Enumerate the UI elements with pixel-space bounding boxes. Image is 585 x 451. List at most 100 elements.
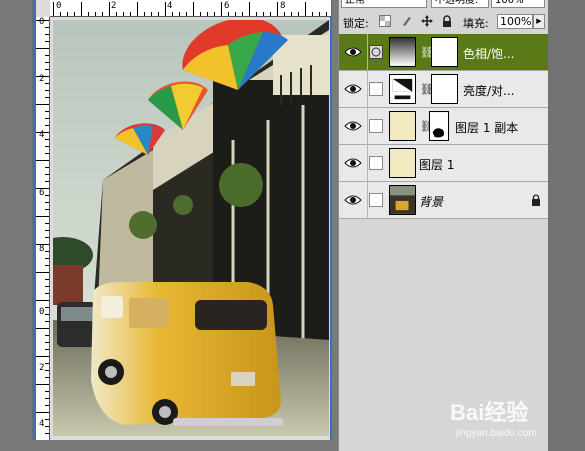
layer1-thumbnail xyxy=(389,148,416,178)
ruler-tick xyxy=(45,321,49,322)
fill-arrow-button[interactable]: ▶ xyxy=(533,14,545,29)
ruler-tick xyxy=(60,12,61,16)
ruler-tick xyxy=(45,223,49,224)
photo-street-van xyxy=(53,20,329,436)
ruler-tick xyxy=(36,272,49,273)
ruler-tick xyxy=(45,307,49,308)
ruler-tick xyxy=(123,12,124,16)
vertical-ruler[interactable]: 0 2 4 6 8 0 2 4 xyxy=(36,17,50,440)
adjustment-brush-icon xyxy=(371,47,381,57)
fill-input[interactable]: 100% xyxy=(497,14,533,29)
ruler-tick xyxy=(242,12,243,16)
layer-name: 图层 1 副本 xyxy=(455,121,519,135)
ruler-tick xyxy=(45,398,49,399)
ruler-label: 8 xyxy=(280,1,286,11)
opacity-input[interactable]: 100% xyxy=(491,0,545,8)
ruler-tick xyxy=(45,90,49,91)
background-thumbnail xyxy=(389,185,416,215)
ruler-tick xyxy=(36,188,49,189)
layer-mask-thumbnail xyxy=(431,37,458,67)
ruler-label: 4 xyxy=(39,419,45,429)
layer-mask-thumbnail xyxy=(431,74,458,104)
ruler-tick xyxy=(291,12,292,16)
ruler-tick xyxy=(45,125,49,126)
ruler-tick xyxy=(36,328,49,329)
ruler-tick xyxy=(45,363,49,364)
layer-row-hue-saturation[interactable]: ⛓ 色相/饱... xyxy=(339,34,549,71)
lock-move-icon[interactable] xyxy=(421,15,433,27)
ruler-tick xyxy=(102,12,103,16)
horizontal-ruler[interactable]: 0 2 4 6 8 xyxy=(50,0,331,17)
yellow-van xyxy=(91,282,283,426)
ruler-tick xyxy=(193,2,194,16)
ruler-tick xyxy=(45,209,49,210)
layer-mask-link-box[interactable] xyxy=(369,45,383,59)
lock-label: 锁定: xyxy=(343,17,369,30)
layer-link-box[interactable] xyxy=(369,156,383,170)
layer-row-layer1-copy[interactable]: ⛓ 图层 1 副本 xyxy=(339,108,549,145)
eye-icon[interactable] xyxy=(343,43,363,61)
ruler-tick xyxy=(81,2,82,16)
ruler-tick xyxy=(312,12,313,16)
ruler-tick xyxy=(45,34,49,35)
lock-transparency-icon[interactable] xyxy=(379,15,391,27)
divider xyxy=(367,71,368,108)
eye-icon[interactable] xyxy=(343,80,363,98)
ruler-tick xyxy=(45,230,49,231)
ruler-tick xyxy=(228,12,229,16)
layer-link-box[interactable] xyxy=(369,193,383,207)
ruler-tick xyxy=(45,426,49,427)
layer-row-layer1[interactable]: 图层 1 xyxy=(339,145,549,182)
ruler-tick xyxy=(151,12,152,16)
ruler-tick xyxy=(45,146,49,147)
ruler-tick xyxy=(36,48,49,49)
lock-all-icon[interactable] xyxy=(441,15,453,27)
ruler-tick xyxy=(270,12,271,16)
eye-icon[interactable] xyxy=(343,191,363,209)
ruler-tick xyxy=(45,69,49,70)
ruler-tick xyxy=(45,405,49,406)
layer-lock-icon xyxy=(532,194,540,206)
ruler-tick xyxy=(207,12,208,16)
workspace-background xyxy=(548,0,585,451)
ruler-tick xyxy=(45,258,49,259)
ruler-tick xyxy=(45,265,49,266)
ruler-tick xyxy=(45,202,49,203)
image-canvas[interactable] xyxy=(53,20,329,436)
ruler-tick xyxy=(45,342,49,343)
ruler-tick xyxy=(256,12,257,16)
ruler-tick xyxy=(45,433,49,434)
ruler-tick xyxy=(249,2,250,16)
divider xyxy=(367,108,368,145)
layer-row-background[interactable]: 背景 xyxy=(339,182,549,219)
ruler-tick xyxy=(45,419,49,420)
ruler-label: 0 xyxy=(39,307,45,317)
blend-mode-select[interactable]: 正常 xyxy=(341,0,427,8)
ruler-tick xyxy=(45,174,49,175)
eye-icon[interactable] xyxy=(343,154,363,172)
ruler-tick xyxy=(45,27,49,28)
document-window: 0 2 4 6 8 0 2 4 6 8 0 2 4 xyxy=(32,0,332,440)
ruler-tick xyxy=(165,2,166,16)
layer-link-box[interactable] xyxy=(369,82,383,96)
ruler-tick xyxy=(186,12,187,16)
ruler-label: 6 xyxy=(39,188,45,198)
ruler-label: 6 xyxy=(224,1,230,11)
ruler-tick xyxy=(74,12,75,16)
layer-link-box[interactable] xyxy=(369,119,383,133)
ruler-tick xyxy=(36,216,49,217)
ruler-tick xyxy=(45,83,49,84)
ruler-tick xyxy=(88,12,89,16)
ruler-tick xyxy=(298,12,299,16)
eye-icon[interactable] xyxy=(343,117,363,135)
ruler-tick xyxy=(45,55,49,56)
ruler-tick xyxy=(36,356,49,357)
ruler-tick xyxy=(214,12,215,16)
lock-brush-icon[interactable] xyxy=(401,15,413,27)
layer-row-brightness-contrast[interactable]: ⛓ 亮度/对... xyxy=(339,71,549,108)
ruler-tick xyxy=(158,12,159,16)
ruler-tick xyxy=(277,2,278,16)
layer-name: 背景 xyxy=(419,195,444,209)
ruler-tick xyxy=(45,293,49,294)
ruler-tick xyxy=(67,12,68,16)
